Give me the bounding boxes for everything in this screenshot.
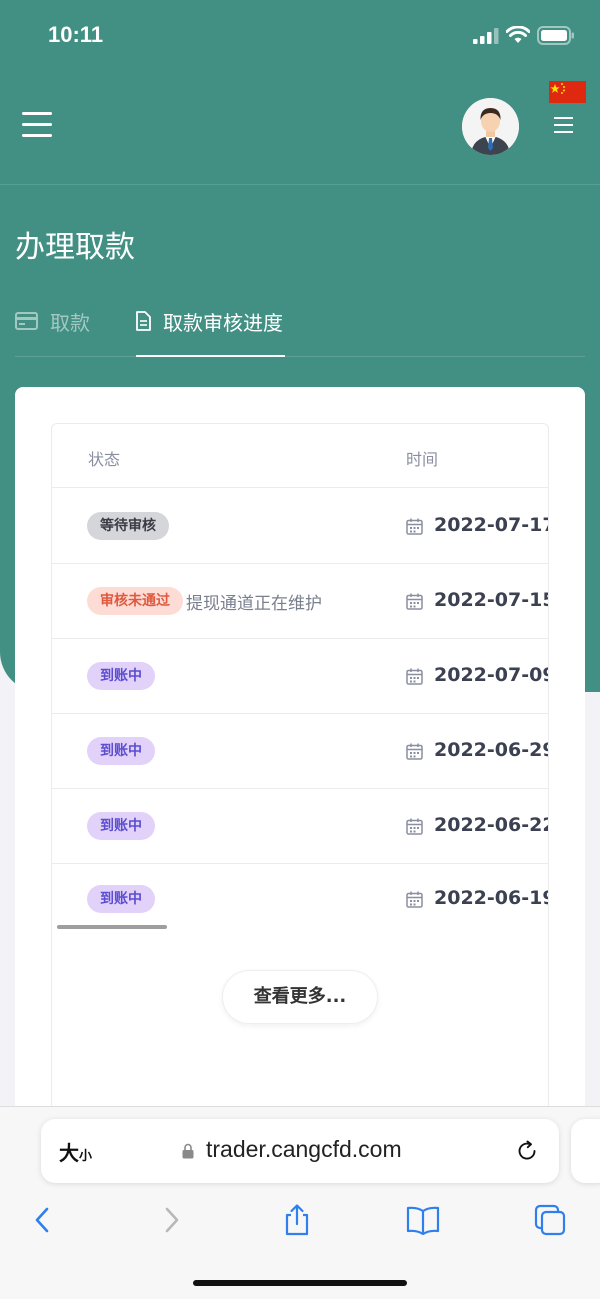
row-date: 2022-06-22 0: [434, 814, 549, 836]
calendar-icon: [406, 518, 423, 535]
tab-withdraw-progress-label: 取款审核进度: [163, 310, 283, 335]
table-row: 等待审核 2022-07-17 0: [52, 489, 548, 564]
document-icon: [136, 311, 151, 331]
back-icon[interactable]: [25, 1203, 59, 1237]
hamburger-menu-icon[interactable]: [22, 112, 52, 140]
header-divider: [0, 184, 600, 185]
battery-icon: [537, 26, 574, 45]
table-row: 到账中 2022-06-22 0: [52, 789, 548, 864]
bookmarks-icon[interactable]: [406, 1203, 440, 1237]
address-bar[interactable]: 大小 trader.cangcfd.com: [41, 1119, 559, 1183]
page-title: 办理取款: [15, 230, 135, 265]
status-badge: 等待审核: [87, 512, 169, 540]
status-time: 10:11: [48, 22, 104, 47]
language-menu-icon[interactable]: [554, 117, 573, 135]
calendar-icon: [406, 593, 423, 610]
url-text: trader.cangcfd.com: [206, 1136, 402, 1162]
status-badge: 到账中: [87, 885, 155, 913]
calendar-icon: [406, 668, 423, 685]
tab-withdraw-progress[interactable]: 取款审核进度: [135, 306, 283, 336]
table-row: 到账中 2022-06-29: [52, 714, 548, 789]
table-header: 状态 时间: [52, 424, 548, 488]
status-bar: 10:11: [0, 0, 600, 72]
reload-icon[interactable]: [515, 1139, 539, 1163]
avatar[interactable]: [462, 98, 519, 155]
text-size-small: 小: [79, 1149, 93, 1164]
share-icon[interactable]: [280, 1203, 314, 1237]
tabs-divider: [15, 356, 585, 357]
home-indicator: [193, 1280, 407, 1286]
china-flag-icon[interactable]: [549, 81, 586, 103]
calendar-icon: [406, 891, 423, 908]
row-date: 2022-06-29: [434, 739, 549, 761]
tabs-icon[interactable]: [533, 1203, 567, 1237]
forward-icon[interactable]: [155, 1203, 189, 1237]
card-icon: [15, 312, 38, 330]
text-size-big: 大: [59, 1141, 79, 1165]
active-tab-indicator: [136, 355, 285, 357]
tab-withdraw[interactable]: 取款: [15, 306, 90, 336]
column-header-time: 时间: [406, 450, 439, 469]
calendar-icon: [406, 818, 423, 835]
signal-icon: [473, 28, 499, 44]
wifi-icon: [506, 26, 530, 43]
load-more-button[interactable]: 查看更多...: [222, 970, 378, 1024]
status-badge: 到账中: [87, 737, 155, 765]
browser-toolbar: 大小 trader.cangcfd.com: [0, 1106, 600, 1299]
row-date: 2022-07-15 1: [434, 589, 549, 611]
row-date: 2022-06-19: [434, 887, 549, 909]
status-badge: 审核未通过: [87, 587, 183, 615]
calendar-icon: [406, 743, 423, 760]
horizontal-scrollbar[interactable]: [57, 925, 167, 929]
row-date: 2022-07-09: [434, 664, 549, 686]
tab-withdraw-label: 取款: [50, 310, 90, 335]
status-badge: 到账中: [87, 812, 155, 840]
status-badge: 到账中: [87, 662, 155, 690]
column-header-status: 状态: [88, 450, 121, 469]
next-tab-bar[interactable]: [571, 1119, 600, 1183]
row-date: 2022-07-17 0: [434, 514, 549, 536]
table-row: 到账中 2022-07-09: [52, 639, 548, 714]
lock-icon: [182, 1143, 194, 1159]
text-size-button[interactable]: 大小: [59, 1137, 92, 1166]
rejection-reason: 提现通道正在维护: [186, 594, 322, 614]
table-row: 审核未通过 提现通道正在维护 2022-07-15 1: [52, 564, 548, 639]
